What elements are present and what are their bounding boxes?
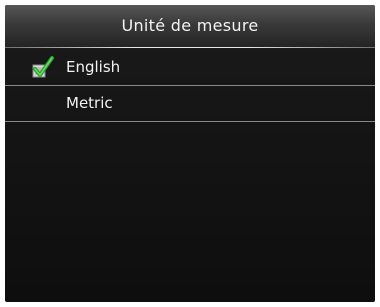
checkmark-icon (30, 55, 56, 81)
menu-item-label: Metric (66, 94, 113, 112)
menu-item-english[interactable]: English (5, 50, 375, 86)
menu-item-metric[interactable]: Metric (5, 86, 375, 122)
device-screen: Unité de mesure English Metric (5, 5, 375, 302)
page-title: Unité de mesure (121, 16, 259, 35)
menu-item-label: English (66, 58, 121, 76)
title-bar: Unité de mesure (5, 5, 375, 48)
